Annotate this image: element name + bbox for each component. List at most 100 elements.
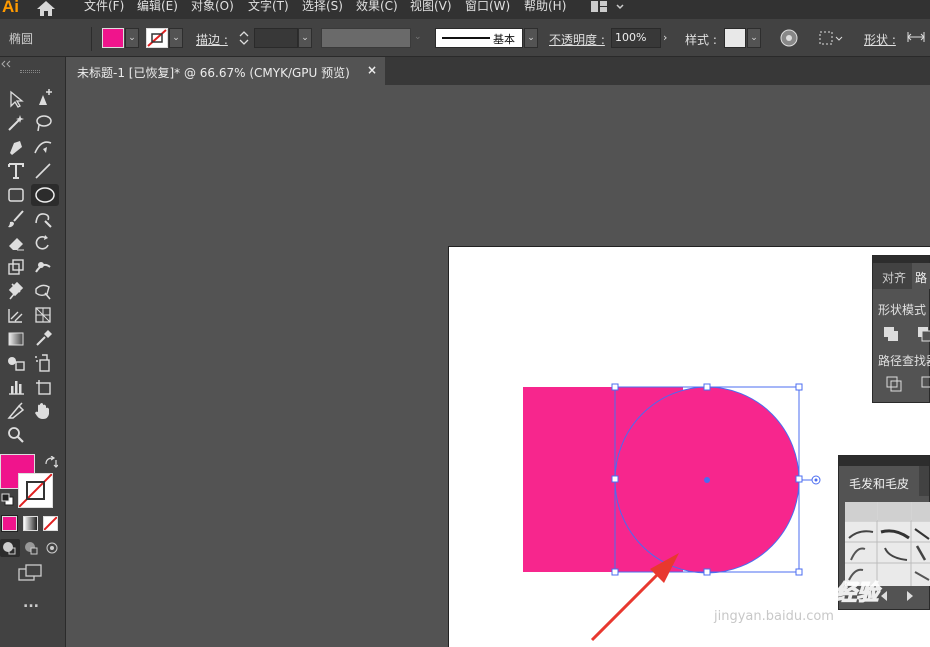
minus-front-icon[interactable] [917, 326, 930, 345]
menu-select[interactable]: 选择(S) [302, 0, 343, 16]
paintbrush-tool[interactable] [4, 208, 28, 230]
recolor-artwork-icon[interactable] [779, 28, 799, 48]
watermark-url: jingyan.baidu.com [713, 609, 834, 624]
puppet-warp-tool[interactable] [4, 280, 28, 302]
gradient-mode-button[interactable] [23, 516, 38, 531]
panel-header[interactable] [873, 256, 929, 263]
free-transform-tool[interactable] [31, 280, 55, 302]
stroke-weight-field[interactable] [254, 28, 298, 48]
center-point [704, 477, 710, 483]
rectangle-tool[interactable] [4, 184, 28, 206]
warp-tool[interactable] [31, 256, 55, 278]
ellipse-tool[interactable] [31, 184, 59, 206]
pen-tool[interactable] [4, 136, 28, 158]
shape-builder-tool[interactable] [4, 304, 28, 326]
menu-bar: Ai 文件(F) 编辑(E) 对象(O) 文字(T) 选择(S) 效果(C) 视… [0, 0, 930, 19]
stroke-color-box[interactable] [18, 473, 53, 508]
stroke-label[interactable]: 描边 : [196, 31, 228, 48]
stroke-dropdown[interactable]: ⌄ [169, 28, 183, 48]
eraser-tool[interactable] [4, 232, 28, 254]
trim-icon[interactable] [921, 376, 930, 395]
artwork-layer [523, 383, 821, 642]
watermark-brand: Baidu经验 [764, 580, 882, 606]
menu-view[interactable]: 视图(V) [410, 0, 452, 16]
draw-normal-icon[interactable] [0, 539, 20, 557]
screen-mode-icon[interactable] [18, 564, 42, 585]
none-mode-button[interactable] [43, 516, 58, 531]
style-swatch[interactable] [724, 28, 746, 48]
hand-tool[interactable] [31, 400, 55, 422]
brush-preview-2 [880, 529, 910, 540]
stroke-swatch[interactable] [146, 28, 168, 48]
menu-help[interactable]: 帮助(H) [524, 0, 566, 16]
brush-preview-3 [914, 528, 930, 540]
pen-add-anchor-tool[interactable] [31, 88, 55, 110]
home-icon[interactable] [36, 0, 56, 19]
eyedropper-tool[interactable] [31, 328, 55, 350]
blend-tool[interactable] [4, 352, 28, 374]
panel-header[interactable] [839, 456, 929, 466]
scale-tool[interactable] [4, 256, 28, 278]
symbol-sprayer-tool[interactable] [31, 352, 55, 374]
document-tab[interactable]: 未标题-1 [已恢复]* @ 66.67% (CMYK/GPU 预览) × [67, 57, 385, 85]
menu-window[interactable]: 窗口(W) [465, 0, 510, 16]
menu-type[interactable]: 文字(T) [248, 0, 289, 16]
shape-label[interactable]: 形状 : [864, 31, 896, 48]
shape-width-icon[interactable] [907, 30, 925, 47]
fill-swatch[interactable] [102, 28, 124, 48]
brush-stroke-preview [442, 37, 490, 39]
gradient-tool[interactable] [4, 328, 28, 350]
brush-dropdown[interactable]: ⌄ [524, 28, 538, 48]
workspace-switcher-icon[interactable] [590, 0, 630, 17]
canvas[interactable] [67, 85, 930, 647]
curvature-tool[interactable] [31, 136, 55, 158]
divide-icon[interactable] [886, 376, 904, 395]
type-tool[interactable] [4, 160, 28, 182]
toolbar-grip[interactable] [20, 70, 40, 73]
style-dropdown[interactable]: ⌄ [747, 28, 761, 48]
magic-wand-tool[interactable] [4, 112, 28, 134]
column-graph-tool[interactable] [4, 376, 28, 398]
panel-tab-row: 毛发和毛皮 [839, 466, 929, 496]
control-bar: 椭圆 ⌄ ⌄ 描边 : ⌄ ⌄ 基本 ⌄ 不透明度 : 100% › 样式 : … [0, 19, 930, 57]
brush-definition-field[interactable]: 基本 [435, 28, 523, 48]
tab-pathfinder[interactable]: 路 [912, 263, 930, 289]
draw-inside-icon[interactable] [43, 539, 63, 557]
rotate-tool[interactable] [31, 232, 55, 254]
menu-object[interactable]: 对象(O) [191, 0, 234, 16]
zoom-tool[interactable] [4, 424, 28, 446]
menu-file[interactable]: 文件(F) [84, 0, 124, 16]
app-logo: Ai [2, 0, 19, 16]
color-mode-button[interactable] [1, 515, 18, 532]
draw-behind-icon[interactable] [22, 539, 42, 557]
baidu-watermark: Baidu经验 jingyan.baidu.com [710, 570, 930, 633]
artboard-tool[interactable] [31, 376, 55, 398]
shaper-tool[interactable] [31, 208, 55, 230]
tab-align[interactable]: 对齐 [882, 269, 906, 286]
opacity-arrow-icon[interactable]: › [663, 31, 667, 44]
menu-effect[interactable]: 效果(C) [356, 0, 398, 16]
variable-width-dropdown: ⌄ [414, 32, 422, 42]
unite-icon[interactable] [883, 326, 901, 345]
tools-panel: ... [0, 57, 66, 647]
edit-toolbar-button[interactable]: ... [23, 595, 39, 611]
fill-dropdown[interactable]: ⌄ [125, 28, 139, 48]
toolbar-collapse-handle[interactable] [0, 57, 66, 68]
close-icon[interactable]: × [367, 63, 377, 77]
lasso-tool[interactable] [31, 112, 55, 134]
default-colors-icon[interactable] [1, 493, 14, 509]
line-segment-tool[interactable] [31, 160, 55, 182]
opacity-label[interactable]: 不透明度 : [549, 31, 605, 48]
perspective-grid-tool[interactable] [31, 304, 55, 326]
menu-edit[interactable]: 编辑(E) [137, 0, 178, 16]
swap-fill-stroke-icon[interactable] [44, 455, 59, 471]
stroke-weight-stepper[interactable] [236, 28, 252, 48]
selection-tool[interactable] [4, 88, 28, 110]
slice-tool[interactable] [4, 400, 28, 422]
tab-fur-and-hair[interactable]: 毛发和毛皮 [839, 466, 919, 496]
red-arrow-shaft [590, 567, 665, 642]
opacity-field[interactable]: 100% [611, 28, 661, 48]
align-options-icon[interactable] [818, 29, 844, 47]
stroke-weight-dropdown[interactable]: ⌄ [298, 28, 312, 48]
variable-width-field[interactable] [321, 28, 411, 48]
